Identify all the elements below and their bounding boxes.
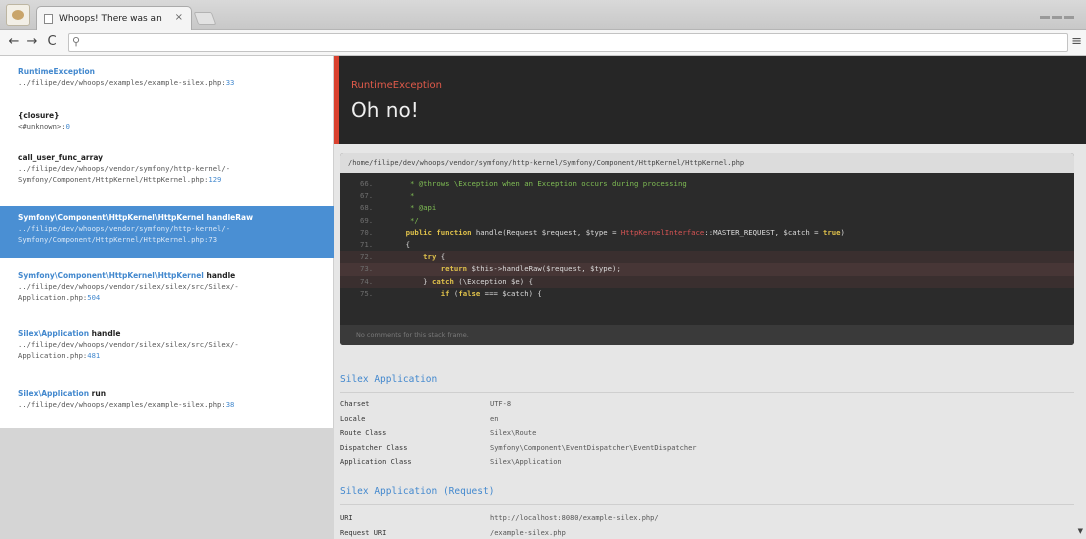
row-key: URI bbox=[340, 514, 353, 522]
table-row: Route Class Silex\Route bbox=[340, 429, 1074, 444]
frame-line: 38 bbox=[225, 400, 235, 409]
frame-function: {closure} bbox=[18, 111, 60, 120]
frame-line: 0 bbox=[65, 122, 70, 131]
frame-item[interactable]: {closure} <#unknown>:0 bbox=[0, 110, 334, 140]
section-title: Silex Application bbox=[340, 374, 438, 385]
row-key: Route Class bbox=[340, 429, 387, 437]
frame-path: ../filipe/dev/whoops/examples/example-si… bbox=[18, 78, 226, 87]
table-row: URI http://localhost:8080/example-silex.p… bbox=[340, 514, 1074, 529]
frame-line: 33 bbox=[225, 78, 235, 87]
close-tab-icon[interactable]: × bbox=[175, 12, 183, 23]
tab-title: Whoops! There was an bbox=[59, 14, 162, 24]
row-value: Silex\Route bbox=[490, 429, 537, 437]
details-panel: RuntimeException Oh no! /home/filipe/dev… bbox=[334, 56, 1086, 539]
frame-function: call_user_func_array bbox=[18, 153, 104, 162]
code-lines: 66. * @throws \Exception when an Excepti… bbox=[340, 178, 1074, 300]
table-row: Charset UTF-8 bbox=[340, 400, 1074, 415]
window-controls[interactable] bbox=[1040, 4, 1078, 19]
row-key: Application Class bbox=[340, 458, 412, 466]
frame-item[interactable]: RuntimeException ../filipe/dev/whoops/ex… bbox=[0, 66, 334, 102]
code-line: 69. */ bbox=[360, 215, 419, 225]
row-key: Request URI bbox=[340, 528, 387, 537]
frames-panel-background bbox=[0, 428, 334, 539]
new-tab-button[interactable] bbox=[193, 12, 217, 25]
frame-function: handle bbox=[203, 271, 236, 280]
exception-message: Oh no! bbox=[351, 98, 419, 122]
frame-item[interactable]: Symfony\Component\HttpKernel\HttpKernel … bbox=[0, 270, 334, 316]
table-row: Dispatcher Class Symfony\Component\EventD… bbox=[340, 444, 1074, 459]
frame-function: run bbox=[89, 389, 107, 398]
code-comments: No comments for this stack frame. bbox=[340, 325, 1074, 345]
frame-class: Symfony\Component\HttpKernel\HttpKernel bbox=[18, 213, 204, 222]
frame-path: ../filipe/dev/whoops/vendor/symfony/http… bbox=[18, 224, 231, 244]
data-table: URI http://localhost:8080/example-silex.p… bbox=[340, 514, 1074, 539]
exception-header: RuntimeException Oh no! bbox=[334, 56, 1086, 144]
frame-path: <#unknown>: bbox=[18, 122, 66, 131]
page-icon bbox=[44, 14, 53, 24]
row-value: /example-silex.php bbox=[490, 528, 566, 537]
frame-line: 129 bbox=[208, 175, 222, 184]
row-key: Locale bbox=[340, 414, 366, 423]
browser-tab[interactable]: Whoops! There was an × bbox=[36, 6, 192, 30]
code-line: 70. public function handle(Request $requ… bbox=[360, 227, 845, 237]
browser-toolbar: ← → C ⚲ ≡ bbox=[0, 30, 1086, 56]
row-key: Dispatcher Class bbox=[340, 443, 408, 452]
stack-frames-panel: RuntimeException ../filipe/dev/whoops/ex… bbox=[0, 56, 334, 428]
frame-item-active[interactable]: Symfony\Component\HttpKernel\HttpKernel … bbox=[0, 206, 334, 258]
data-table: Charset UTF-8 Locale en Route Class Silex\R… bbox=[340, 400, 1074, 473]
row-value: Symfony\Component\EventDispatcher\EventD… bbox=[490, 443, 697, 452]
row-value: UTF-8 bbox=[490, 400, 512, 408]
row-key: Charset bbox=[340, 400, 370, 408]
divider bbox=[340, 392, 1074, 393]
frame-line: 481 bbox=[87, 351, 101, 360]
section-title: Silex Application (Request) bbox=[340, 486, 495, 497]
frame-path: ../filipe/dev/whoops/vendor/silex/silex/… bbox=[18, 340, 239, 360]
row-value: en bbox=[490, 414, 499, 423]
code-line: 74. } catch (\Exception $e) { bbox=[340, 275, 1074, 288]
table-row: Request URI/example-silex.php bbox=[340, 529, 1074, 539]
code-line: 66. * @throws \Exception when an Excepti… bbox=[360, 179, 687, 188]
row-value: Silex\Application bbox=[490, 458, 562, 466]
divider bbox=[340, 504, 1074, 505]
browser-titlebar: Whoops! There was an × bbox=[0, 0, 1086, 30]
frame-function: handleRaw bbox=[203, 213, 254, 222]
frame-class: Silex\Application bbox=[18, 329, 90, 338]
code-line: 75. if (false === $catch) { bbox=[360, 288, 542, 298]
code-line: 72. try { bbox=[340, 251, 1074, 264]
app-logo-icon bbox=[6, 4, 30, 26]
frame-line: 73 bbox=[208, 235, 218, 244]
frame-line: 504 bbox=[87, 293, 101, 302]
menu-icon[interactable]: ≡ bbox=[1071, 34, 1082, 49]
frame-class: Silex\Application bbox=[18, 389, 90, 398]
code-file-path: /home/filipe/dev/whoops/vendor/symfony/h… bbox=[340, 153, 1074, 173]
row-value: http://localhost:8080/example-silex.php/ bbox=[490, 514, 659, 522]
table-row: Application Class Silex\Application bbox=[340, 458, 1074, 473]
search-icon: ⚲ bbox=[72, 35, 81, 48]
forward-button[interactable]: → bbox=[24, 34, 40, 49]
frame-function: handle bbox=[89, 329, 121, 338]
frame-path: ../filipe/dev/whoops/vendor/silex/silex/… bbox=[18, 282, 239, 302]
code-line-highlighted: 73. return $this->handleRaw($request, $t… bbox=[340, 263, 1074, 276]
code-line: 67. * bbox=[360, 191, 415, 201]
frame-item[interactable]: Silex\Application run ../filipe/dev/whoo… bbox=[0, 388, 334, 418]
code-line: 71. { bbox=[360, 239, 410, 249]
reload-button[interactable]: C bbox=[44, 34, 60, 49]
code-line: 68. * @api bbox=[360, 203, 437, 213]
address-bar[interactable]: ⚲ bbox=[68, 33, 1068, 52]
back-button[interactable]: ← bbox=[6, 34, 22, 49]
frame-path: ../filipe/dev/whoops/examples/example-si… bbox=[18, 400, 226, 409]
frame-item[interactable]: call_user_func_array ../filipe/dev/whoop… bbox=[0, 152, 334, 198]
code-viewer: /home/filipe/dev/whoops/vendor/symfony/h… bbox=[340, 153, 1074, 345]
frame-class: Symfony\Component\HttpKernel\HttpKernel bbox=[18, 271, 204, 280]
scroll-down-icon[interactable]: ▼ bbox=[1078, 527, 1083, 535]
frame-item[interactable]: Silex\Application handle ../filipe/dev/w… bbox=[0, 328, 334, 374]
table-row: Locale en bbox=[340, 415, 1074, 430]
exception-type: RuntimeException bbox=[351, 80, 442, 91]
frame-class: RuntimeException bbox=[18, 67, 96, 76]
frame-path: ../filipe/dev/whoops/vendor/symfony/http… bbox=[18, 164, 231, 184]
